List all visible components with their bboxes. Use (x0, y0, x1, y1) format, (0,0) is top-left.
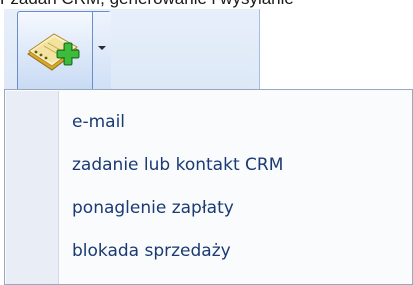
page: Fzadań CRM, generowanie i wysyłanie (0, 0, 413, 285)
dropdown-arrow-icon (98, 46, 106, 50)
add-button-main[interactable] (18, 12, 92, 90)
menu-icon-gutter (6, 91, 59, 284)
new-contact-split-button[interactable] (17, 11, 111, 90)
toolbar (4, 9, 260, 90)
dropdown-arrow-button[interactable] (92, 12, 111, 90)
dropdown-menu: e-mail zadanie lub kontakt CRM ponagleni… (4, 89, 413, 285)
menu-item-payment-reminder[interactable]: ponaglenie zapłaty (59, 186, 411, 230)
menu-item-email[interactable]: e-mail (59, 100, 411, 144)
background-document-text: Fzadań CRM, generowanie i wysyłanie (0, 0, 294, 9)
menu-item-sales-block[interactable]: blokada sprzedaży (59, 229, 411, 273)
menu-item-crm-task[interactable]: zadanie lub kontakt CRM (59, 143, 411, 187)
address-book-add-icon (24, 24, 84, 79)
